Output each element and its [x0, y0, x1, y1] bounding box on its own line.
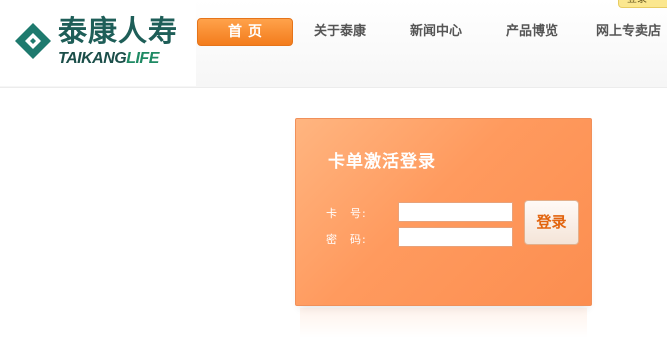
- site-header: 泰康人寿 TAIKANGLIFE 登录 首页 关于泰康 新闻中心 产品博览 网上…: [0, 0, 667, 88]
- nav-item-products[interactable]: 产品博览: [506, 18, 558, 46]
- brand-name-en: TAIKANGLIFE: [58, 50, 159, 67]
- brand-name-cn: 泰康人寿: [58, 14, 179, 48]
- password-input[interactable]: [398, 227, 513, 247]
- top-login-label: 登录: [627, 0, 647, 6]
- logo[interactable]: 泰康人寿 TAIKANGLIFE: [0, 0, 196, 86]
- nav-item-news[interactable]: 新闻中心: [410, 18, 462, 46]
- card-number-input[interactable]: [398, 202, 513, 222]
- password-label: 密 码:: [326, 233, 367, 246]
- nav-item-online-store[interactable]: 网上专卖店: [596, 18, 661, 46]
- login-title: 卡单激活登录: [328, 152, 436, 172]
- card-activation-login-panel: 卡单激活登录 卡 号: 密 码: 登录: [295, 118, 592, 306]
- nav-item-about[interactable]: 关于泰康: [314, 18, 366, 46]
- taikang-logo-icon: [15, 23, 51, 59]
- card-number-label: 卡 号:: [326, 207, 367, 220]
- panel-reflection: [300, 308, 587, 338]
- top-login-badge[interactable]: 登录: [618, 0, 667, 8]
- login-button[interactable]: 登录: [524, 200, 579, 245]
- nav-home-button[interactable]: 首页: [197, 18, 293, 46]
